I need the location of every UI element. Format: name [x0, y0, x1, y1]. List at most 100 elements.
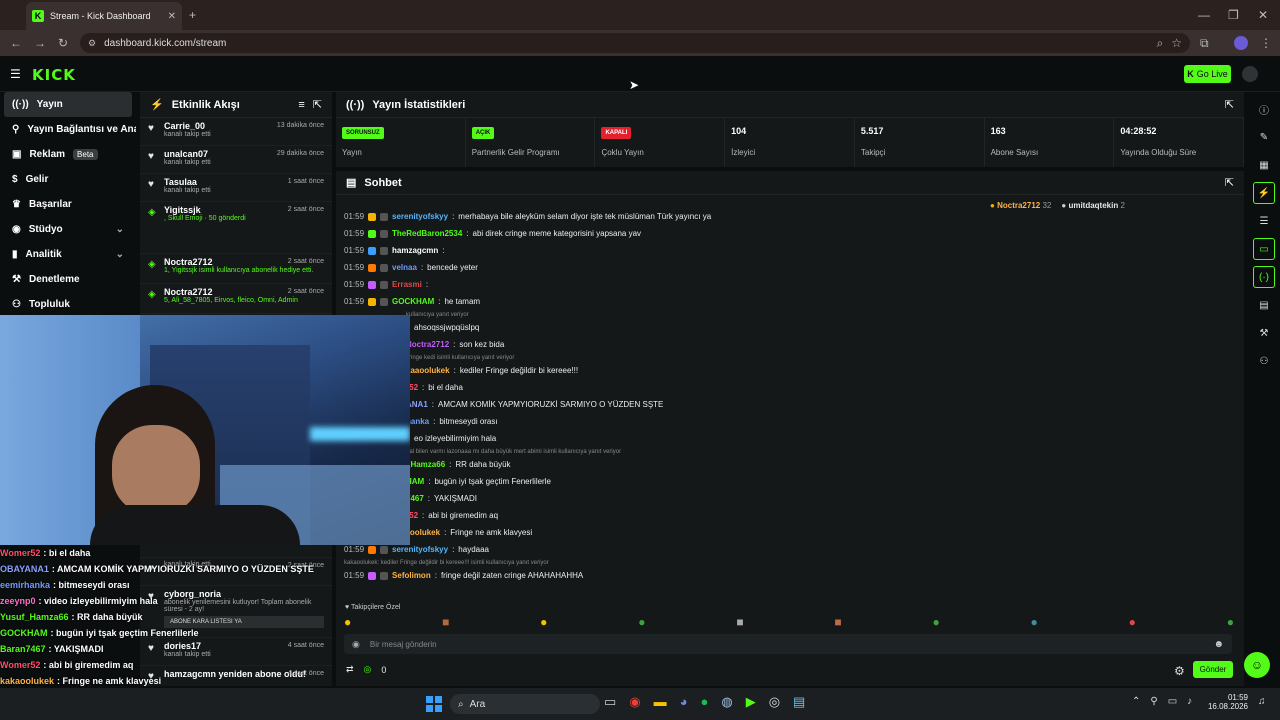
sidebar-item-basarilar[interactable]: ♛ Başarılar — [0, 192, 136, 217]
sidebar-item-studyo[interactable]: ◉ Stüdyo ⌄ — [0, 217, 136, 242]
chat-message[interactable]: kaaoolukek: kediler Fringe değildir bi ke… — [344, 362, 1244, 379]
emote-icon[interactable]: ● — [344, 615, 351, 629]
activity-toggle-icon[interactable]: ⚡ — [1253, 182, 1275, 204]
chat-username[interactable]: Sefolimon — [392, 571, 431, 580]
tray-chevron-icon[interactable]: ⌃ — [1132, 696, 1140, 707]
chat-username[interactable]: GOCKHAM — [392, 297, 434, 306]
chat-message[interactable]: Noctra2712: son kez bida — [344, 336, 1244, 353]
notification-bell-icon[interactable]: ♫ — [1258, 696, 1266, 707]
chat-message[interactable]: 01:59 Errasmi: — [344, 276, 1244, 293]
chat-message[interactable]: 01:59 hamzagcmn: — [344, 242, 1244, 259]
url-field[interactable]: ⚙ dashboard.kick.com/stream ⌕ ☆ — [80, 33, 1190, 53]
sidebar-item-denetleme[interactable]: ⚒ Denetleme — [0, 267, 136, 292]
activity-item[interactable]: ♥ unalcan07 kanalı takip etti 29 dakika önc… — [140, 146, 332, 174]
maximize-icon[interactable]: ❐ — [1228, 8, 1239, 22]
network-icon[interactable]: ⚇ — [1253, 350, 1275, 372]
hamburger-menu-icon[interactable]: ☰ — [10, 67, 21, 81]
chat-message[interactable]: r52: bi el daha — [344, 379, 1244, 396]
points-icon[interactable]: ◎ — [364, 664, 372, 675]
bookmark-star-icon[interactable]: ☆ — [1171, 36, 1182, 50]
chat-message[interactable]: hanka: bitmeseydi orası — [344, 413, 1244, 430]
profile-avatar[interactable] — [1234, 36, 1248, 50]
kick-logo[interactable]: KICK — [32, 66, 76, 84]
chat-username[interactable]: serenityofskyy — [392, 212, 448, 221]
emote-icon[interactable]: ■ — [834, 615, 841, 629]
go-live-button[interactable]: K Go Live — [1184, 65, 1231, 83]
chat-message[interactable]: 01:59 serenityofskyy: haydaaa — [344, 541, 1244, 558]
emote-icon[interactable]: ● — [638, 615, 645, 629]
spotify-icon[interactable]: ● — [701, 694, 709, 710]
zoom-icon[interactable]: ⌕ — [1157, 36, 1164, 51]
browser-tab[interactable]: K Stream - Kick Dashboard ✕ — [26, 2, 182, 30]
new-tab-icon[interactable]: + — [189, 8, 196, 22]
user-avatar[interactable] — [1242, 66, 1258, 82]
filter-icon[interactable]: ≡ — [298, 99, 304, 111]
activity-item[interactable]: ◈ Noctra2712 5, Ali_58_7805, Eirvos, fleic… — [140, 284, 332, 314]
notepad-icon[interactable]: ▤ — [793, 694, 805, 710]
chat-messages[interactable]: 01:59 serenityofskyy: merhabaya bile aleyk… — [344, 208, 1244, 600]
chat-toggle-icon[interactable]: ▭ — [1253, 238, 1275, 260]
chat-message[interactable]: ANA1: AMCAM KOMİK YAPMYIORUZKİ SARMIYO O … — [344, 396, 1244, 413]
minimize-icon[interactable]: — — [1198, 8, 1210, 22]
popout-icon[interactable]: ⇱ — [313, 98, 322, 111]
sidebar-item-analitik[interactable]: ▮ Analitik ⌄ — [0, 242, 136, 267]
chat-input[interactable]: ◉ Bir mesaj gönderin ☻ — [344, 634, 1232, 654]
steam-icon[interactable]: ◍ — [721, 694, 732, 710]
chat-message[interactable]: 01:59 TheRedBaron2534: abi direk cringe me… — [344, 225, 1244, 242]
activity-item[interactable]: ◈ Yigitssjk, Skull Emoji · 50 gönderdi 2 s… — [140, 202, 332, 254]
close-window-icon[interactable]: ✕ — [1258, 8, 1268, 22]
popout-icon[interactable]: ⇱ — [1225, 98, 1234, 111]
tools-icon[interactable]: ⚒ — [1253, 322, 1275, 344]
discord-icon[interactable]: ◕ — [680, 694, 688, 710]
list-icon[interactable]: ☰ — [1253, 210, 1275, 232]
chat-message[interactable]: eo izleyebilirmiyim hala — [344, 430, 1244, 447]
chat-username[interactable]: Errasmi — [392, 280, 422, 289]
emote-icon[interactable]: ● — [1227, 615, 1234, 629]
settings-gear-icon[interactable]: ⚙ — [1174, 664, 1185, 678]
site-info-icon[interactable]: ⚙ — [88, 38, 96, 49]
chat-username[interactable]: serenityofskyy — [392, 545, 448, 554]
close-tab-icon[interactable]: ✕ — [168, 11, 176, 22]
broadcast-toggle-icon[interactable]: (·) — [1253, 266, 1275, 288]
microphone-icon[interactable]: ⚲ — [1150, 696, 1157, 707]
kick-app-icon[interactable]: ▶ — [746, 694, 756, 710]
sidebar-item-gelir[interactable]: $ Gelir — [0, 167, 136, 192]
emote-icon[interactable]: ● — [540, 615, 547, 629]
sidebar-item-topluluk[interactable]: ⚇ Topluluk — [0, 292, 136, 317]
chat-username[interactable]: velnaa — [392, 263, 417, 272]
chat-message[interactable]: 7467: YAKIŞMADI — [344, 490, 1244, 507]
chat-username[interactable]: Noctra2712 — [406, 340, 449, 349]
emote-icon[interactable]: ● — [1031, 615, 1038, 629]
obs-icon[interactable]: ◎ — [769, 694, 780, 710]
chat-message[interactable]: 01:59 Sefolimon: fringe değil zaten cringe… — [344, 567, 1244, 584]
chat-message[interactable]: 01:59 GOCKHAM: he tamam — [344, 293, 1244, 310]
activity-item[interactable]: ◈ Noctra2712 1, Yigitssjk isimli kullanıcı… — [140, 254, 332, 284]
sidebar-item-reklam[interactable]: ▣ Reklam Beta — [0, 142, 136, 167]
chat-message[interactable]: ahsoqssjwpqüslpq — [344, 319, 1244, 336]
send-button[interactable]: Gönder — [1193, 661, 1233, 678]
taskbar-clock[interactable]: 01:59 16.08.2026 — [1206, 693, 1248, 711]
chat-message[interactable]: _Hamza66: RR daha büyük — [344, 456, 1244, 473]
file-explorer-icon[interactable]: ▬ — [654, 694, 667, 710]
reply-icon[interactable]: ◉ — [352, 639, 360, 650]
queue-icon[interactable]: ▤ — [1253, 294, 1275, 316]
taskbar-search[interactable]: ⌕ Ara — [450, 694, 600, 714]
chat-username[interactable]: _Hamza66 — [406, 460, 445, 469]
chat-message[interactable]: 01:59kakaoolukek:Fringe ne amk klavyesi — [344, 524, 1244, 541]
share-icon[interactable]: ⇄ — [346, 664, 354, 675]
reload-icon[interactable]: ↻ — [58, 36, 68, 50]
chat-username[interactable]: kaaoolukek — [406, 366, 450, 375]
back-icon[interactable]: ← — [10, 36, 22, 50]
emote-icon[interactable]: ● — [932, 615, 939, 629]
emote-icon[interactable]: ■ — [736, 615, 743, 629]
forward-icon[interactable]: → — [34, 36, 46, 50]
chat-username[interactable]: hamzagcmn — [392, 246, 438, 255]
sidebar-item-yayin[interactable]: ((·)) Yayın — [4, 92, 132, 117]
edit-icon[interactable]: ✎ — [1253, 126, 1275, 148]
chrome-icon[interactable]: ◉ — [629, 694, 640, 710]
chat-username[interactable]: TheRedBaron2534 — [392, 229, 462, 238]
activity-item[interactable]: ♥ Carrie_00 kanalı takip etti 13 dakika önc… — [140, 118, 332, 146]
windows-start-icon[interactable] — [426, 696, 442, 712]
volume-icon[interactable]: ♪ — [1187, 696, 1192, 707]
browser-menu-icon[interactable]: ⋮ — [1260, 36, 1272, 50]
